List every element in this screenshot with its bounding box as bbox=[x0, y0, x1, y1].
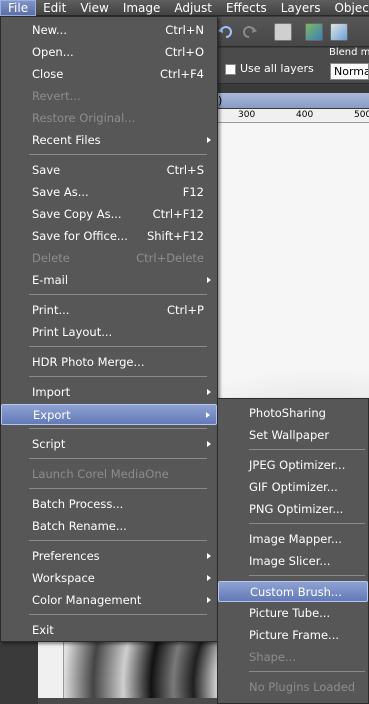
export-jpeg-optimizer[interactable]: JPEG Optimizer... bbox=[218, 455, 368, 476]
menu-layers[interactable]: Layers bbox=[274, 0, 328, 16]
menu-separator bbox=[29, 346, 207, 347]
file-close[interactable]: Close Ctrl+F4 bbox=[1, 64, 217, 85]
menu-adjust[interactable]: Adjust bbox=[167, 0, 219, 16]
menu-separator bbox=[29, 428, 207, 429]
menu-separator bbox=[29, 614, 207, 615]
file-recent-files[interactable]: Recent Files bbox=[1, 130, 217, 151]
export-custom-brush[interactable]: Custom Brush... bbox=[218, 581, 368, 602]
export-picture-tube[interactable]: Picture Tube... bbox=[218, 603, 368, 624]
menu-separator bbox=[249, 575, 365, 576]
file-restore-original: Restore Original... bbox=[32, 111, 136, 125]
export-submenu: PhotoSharing Set Wallpaper JPEG Optimize… bbox=[217, 398, 369, 704]
file-hdr-photo-merge[interactable]: HDR Photo Merge... bbox=[1, 352, 217, 373]
file-save-for-office[interactable]: Save for Office... Shift+F12 bbox=[1, 226, 217, 247]
menu-separator bbox=[29, 294, 207, 295]
ruler-tick: 500 bbox=[354, 110, 369, 120]
photo-edit-icon[interactable] bbox=[330, 23, 348, 41]
blend-mode-select[interactable]: Normal bbox=[330, 63, 369, 80]
file-print[interactable]: Print... Ctrl+P bbox=[1, 300, 217, 321]
menu-view[interactable]: View bbox=[73, 0, 115, 16]
redo-icon[interactable] bbox=[240, 23, 258, 41]
file-workspace[interactable]: Workspace bbox=[1, 568, 217, 589]
file-save-as[interactable]: Save As... F12 bbox=[1, 182, 217, 203]
export-shape: Shape... bbox=[249, 650, 296, 664]
menu-separator bbox=[29, 154, 207, 155]
menu-edit[interactable]: Edit bbox=[36, 0, 73, 16]
file-batch-rename[interactable]: Batch Rename... bbox=[1, 516, 217, 537]
export-image-mapper[interactable]: Image Mapper... bbox=[218, 529, 368, 550]
use-all-layers-label: Use all layers bbox=[240, 62, 314, 75]
export-no-plugins-loaded: No Plugins Loaded bbox=[249, 680, 356, 694]
menu-effects[interactable]: Effects bbox=[219, 0, 274, 16]
submenu-arrow-icon bbox=[207, 137, 211, 143]
export-gif-optimizer[interactable]: GIF Optimizer... bbox=[218, 477, 368, 498]
file-open[interactable]: Open... Ctrl+O bbox=[1, 42, 217, 63]
menu-separator bbox=[29, 376, 207, 377]
export-png-optimizer[interactable]: PNG Optimizer... bbox=[218, 499, 368, 520]
menu-separator bbox=[249, 449, 365, 450]
file-batch-process[interactable]: Batch Process... bbox=[1, 494, 217, 515]
file-export[interactable]: Export bbox=[1, 404, 217, 425]
submenu-arrow-icon bbox=[206, 412, 210, 418]
file-save-copy-as[interactable]: Save Copy As... Ctrl+F12 bbox=[1, 204, 217, 225]
submenu-arrow-icon bbox=[207, 277, 211, 283]
export-set-wallpaper[interactable]: Set Wallpaper bbox=[218, 425, 368, 446]
menu-file[interactable]: File bbox=[0, 0, 37, 16]
frame-tool-icon[interactable] bbox=[274, 23, 292, 41]
file-exit[interactable]: Exit bbox=[1, 620, 217, 641]
file-import[interactable]: Import bbox=[1, 382, 217, 403]
file-script[interactable]: Script bbox=[1, 434, 217, 455]
file-menu: New... Ctrl+N Open... Ctrl+O Close Ctrl+F4 … bbox=[0, 16, 218, 642]
menu-separator bbox=[29, 488, 207, 489]
export-picture-frame[interactable]: Picture Frame... bbox=[218, 625, 368, 646]
submenu-arrow-icon bbox=[207, 597, 211, 603]
file-launch-corel-mediaone: Launch Corel MediaOne bbox=[32, 467, 169, 481]
submenu-arrow-icon bbox=[207, 441, 211, 447]
menu-separator bbox=[249, 671, 365, 672]
photo-icon[interactable] bbox=[305, 23, 323, 41]
file-print-layout[interactable]: Print Layout... bbox=[1, 322, 217, 343]
submenu-arrow-icon bbox=[207, 389, 211, 395]
submenu-arrow-icon bbox=[207, 575, 211, 581]
file-delete: Delete Ctrl+Delete bbox=[32, 251, 204, 265]
file-revert: Revert... bbox=[32, 89, 81, 103]
menu-objects[interactable]: Object bbox=[327, 0, 369, 16]
ruler-tick: 300 bbox=[238, 110, 256, 120]
export-image-slicer[interactable]: Image Slicer... bbox=[218, 551, 368, 572]
file-new[interactable]: New... Ctrl+N bbox=[1, 20, 217, 41]
file-color-management[interactable]: Color Management bbox=[1, 590, 217, 611]
use-all-layers-checkbox[interactable] bbox=[225, 64, 236, 75]
menu-image[interactable]: Image bbox=[116, 0, 168, 16]
menubar: File Edit View Image Adjust Effects Laye… bbox=[0, 0, 369, 16]
submenu-arrow-icon bbox=[207, 553, 211, 559]
menu-separator bbox=[29, 458, 207, 459]
file-save[interactable]: Save Ctrl+S bbox=[1, 160, 217, 181]
menu-separator bbox=[29, 540, 207, 541]
file-preferences[interactable]: Preferences bbox=[1, 546, 217, 567]
file-email[interactable]: E-mail bbox=[1, 270, 217, 291]
menu-separator bbox=[249, 523, 365, 524]
ruler-tick: 400 bbox=[296, 110, 314, 120]
export-photosharing[interactable]: PhotoSharing bbox=[218, 403, 368, 424]
undo-icon[interactable] bbox=[217, 23, 235, 41]
blend-mode-label: Blend mo bbox=[329, 47, 369, 58]
